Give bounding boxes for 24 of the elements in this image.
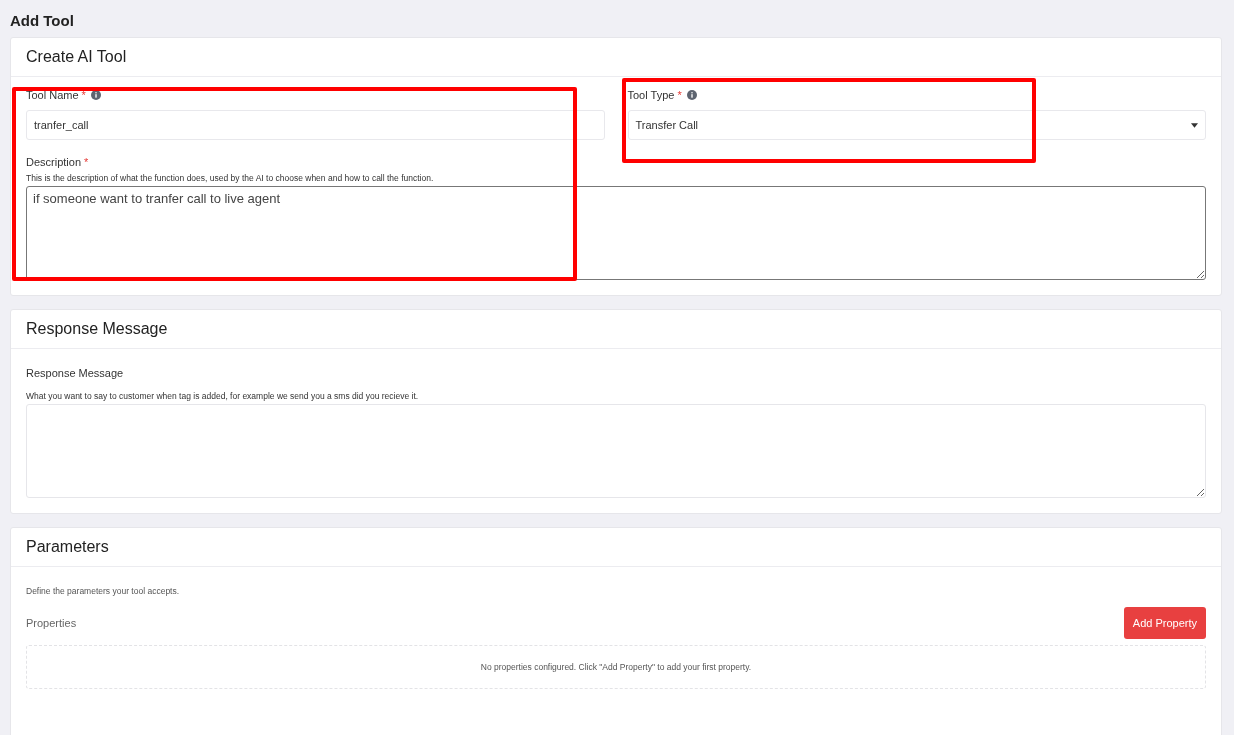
card-title: Parameters [26,538,109,556]
required-mark: * [677,89,682,101]
info-icon[interactable] [686,90,697,100]
help-text: What you want to say to customer when tag is added, for example we send you a sms did you recieve it. [26,391,420,401]
properties-label: Properties [26,617,77,629]
field-label: Tool Type [627,89,675,101]
page-title: Add Tool [10,11,75,31]
field-label: Response Message [26,367,124,379]
empty-message: No properties configured. Click "Add Property" to add your first property. [480,662,752,672]
required-mark: * [84,156,89,168]
field-label: Tool Name [26,89,79,101]
intro-text: Define the parameters your tool accepts. [26,586,181,596]
tool-name-field[interactable]: tranfer_call [26,110,605,140]
response-message-field[interactable] [26,404,1206,498]
card-title: Response Message [26,320,168,338]
info-icon[interactable] [90,90,101,100]
add-property-button[interactable]: Add Property [1123,607,1206,639]
field-label: Description [26,156,82,168]
caret-icon [1191,122,1198,128]
tool-type-dropdown[interactable]: Transfer Call [627,110,1206,140]
required-mark: * [81,89,86,101]
help-text: This is the description of what the function does, used by the AI to choose when and how to call the function. [26,173,435,183]
description-field[interactable]: if someone want to tranfer call to live agent [26,186,1206,280]
card-title: Create AI Tool [26,48,127,66]
